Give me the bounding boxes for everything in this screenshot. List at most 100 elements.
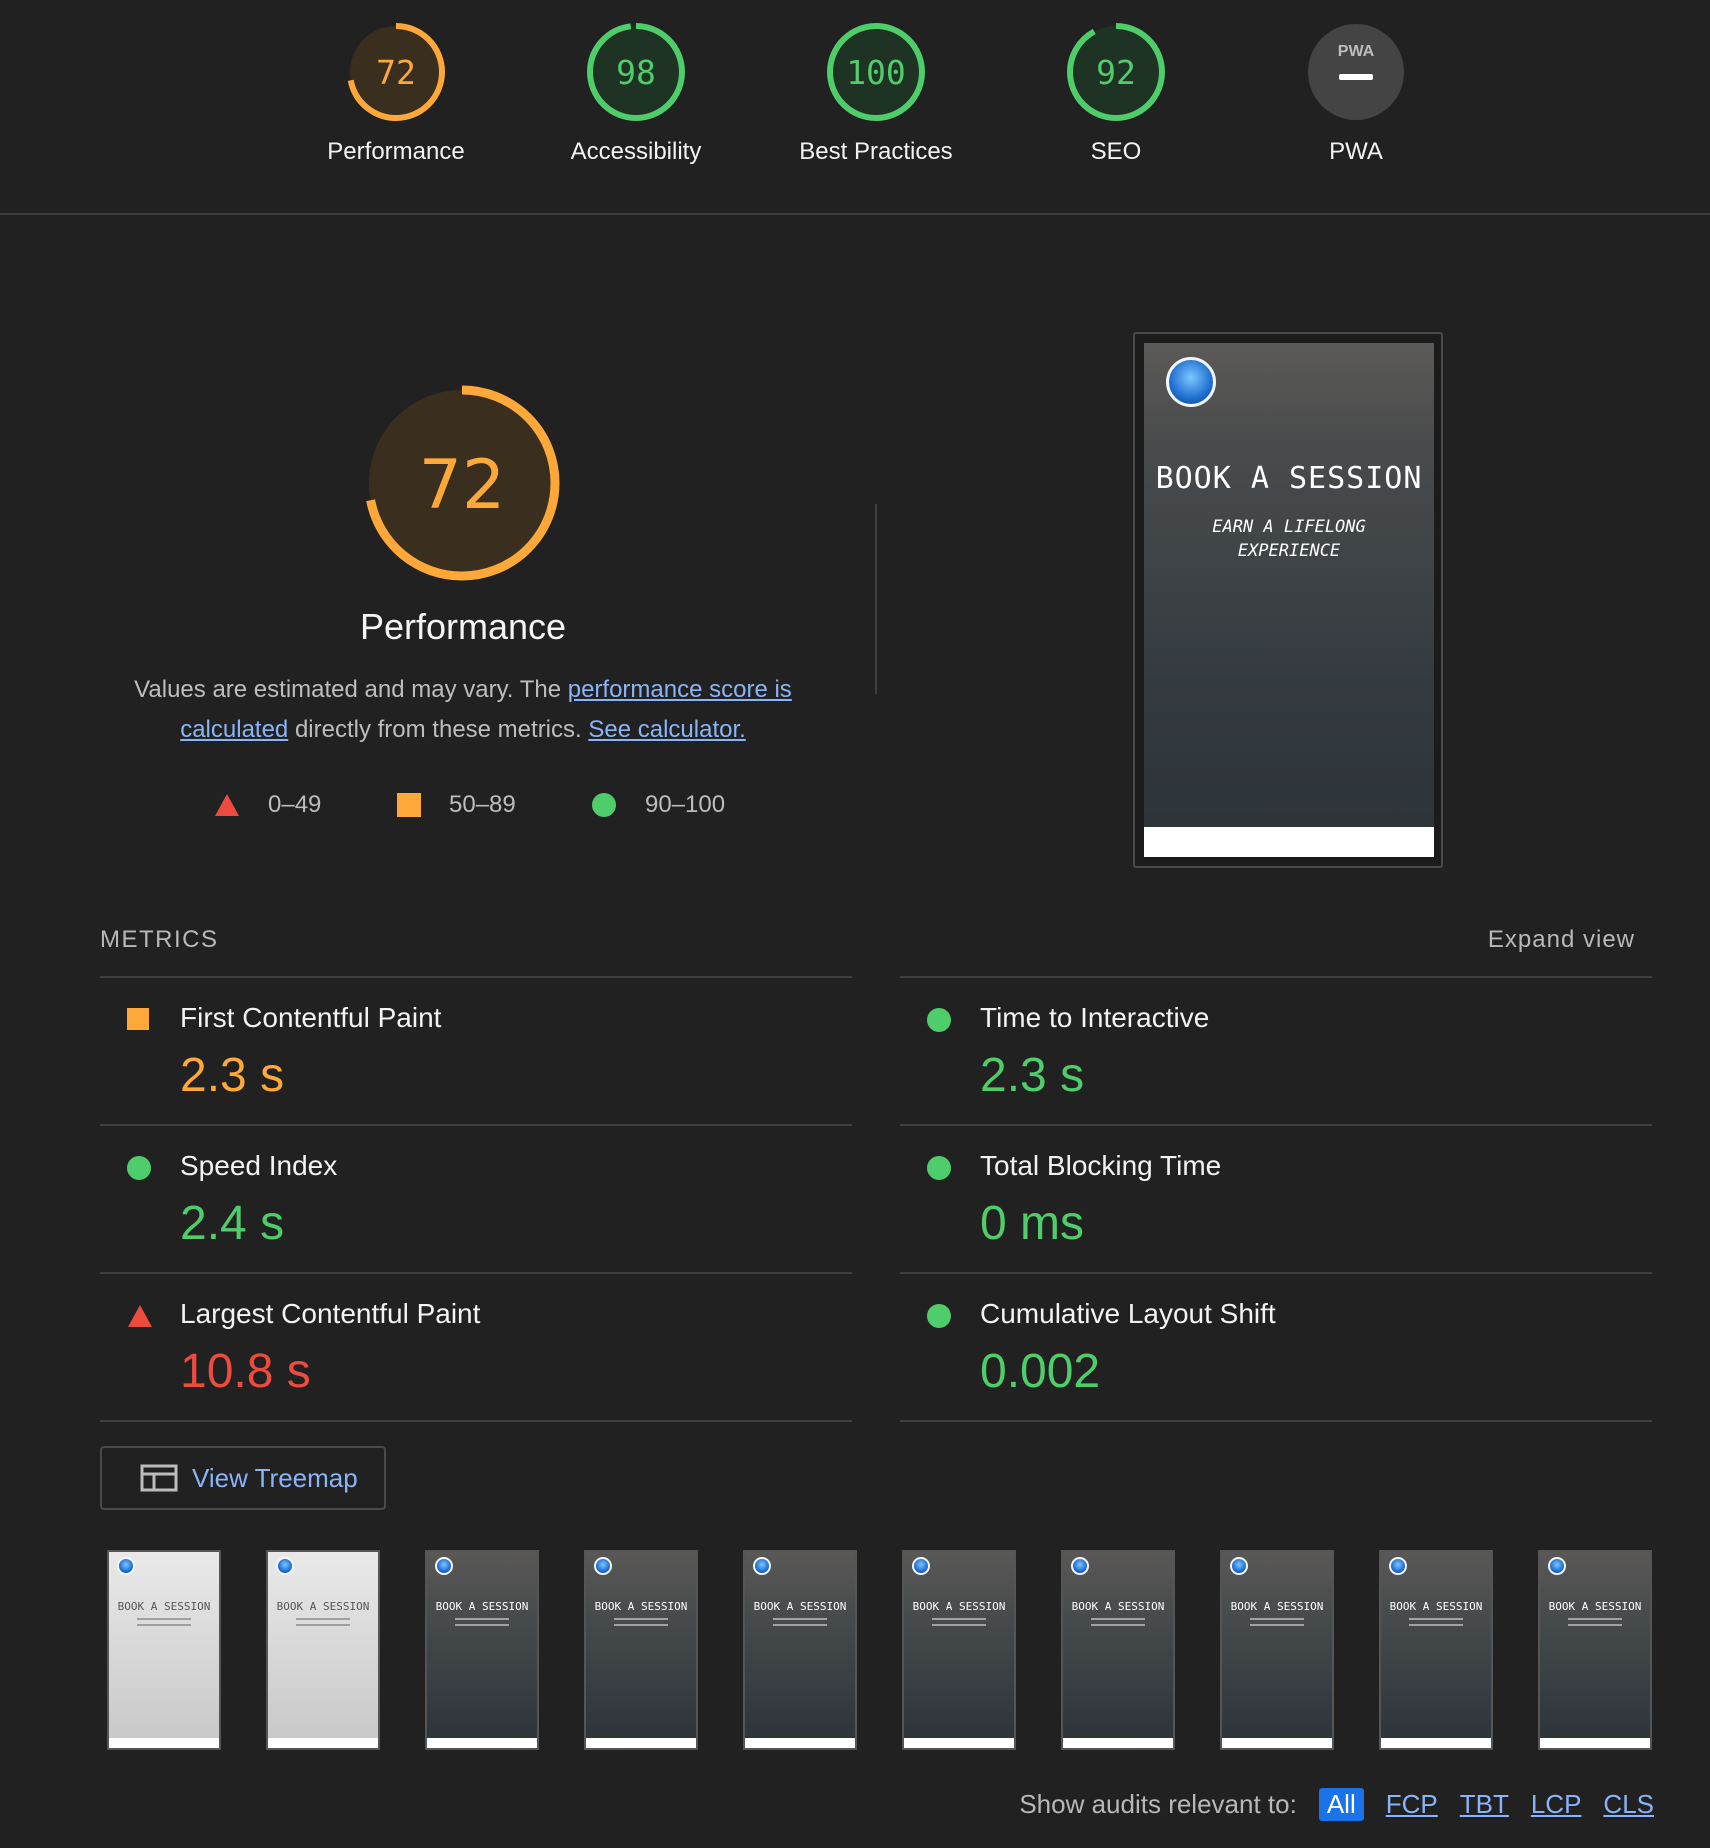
square-icon bbox=[397, 793, 421, 817]
metrics-divider bbox=[100, 1420, 852, 1422]
square-icon bbox=[127, 1008, 149, 1030]
circle-icon bbox=[127, 1156, 151, 1180]
description-text: Values are estimated and may vary. The bbox=[134, 676, 568, 703]
filmstrip-frame: BOOK A SESSION bbox=[1061, 1550, 1175, 1750]
gauge-ring: 98 bbox=[587, 23, 685, 121]
site-logo-icon bbox=[594, 1557, 612, 1575]
audit-filter: Show audits relevant to: All FCP TBT LCP CLS bbox=[1019, 1786, 1654, 1822]
circle-icon bbox=[927, 1008, 951, 1032]
legend-fail: 0–49 bbox=[214, 790, 321, 820]
audit-filter-lcp[interactable]: LCP bbox=[1531, 1789, 1582, 1820]
circle-icon bbox=[927, 1156, 951, 1180]
metrics-heading: METRICS bbox=[100, 926, 219, 953]
metric-cls: Cumulative Layout Shift 0.002 bbox=[900, 1272, 1652, 1420]
metric-title: First Contentful Paint bbox=[180, 1002, 442, 1033]
metric-value: 2.3 s bbox=[980, 1049, 1085, 1102]
metric-title: Cumulative Layout Shift bbox=[980, 1298, 1276, 1329]
description-text: directly from these metrics. bbox=[288, 716, 589, 743]
screenshot-title: BOOK A SESSION bbox=[1155, 461, 1423, 496]
frame-subtitle-lines bbox=[296, 1618, 350, 1632]
filmstrip-frame: BOOK A SESSION bbox=[425, 1550, 539, 1750]
filmstrip-frame: BOOK A SESSION bbox=[1379, 1550, 1493, 1750]
frame-title: BOOK A SESSION bbox=[1230, 1600, 1324, 1613]
site-logo-icon bbox=[1389, 1557, 1407, 1575]
frame-title: BOOK A SESSION bbox=[435, 1600, 529, 1613]
gauge-score: 92 bbox=[1096, 53, 1136, 92]
metric-title: Time to Interactive bbox=[980, 1002, 1210, 1033]
metric-value: 2.3 s bbox=[180, 1049, 285, 1102]
site-logo-icon bbox=[1166, 357, 1216, 407]
gauge-score: 98 bbox=[616, 53, 656, 92]
frame-subtitle-lines bbox=[932, 1618, 986, 1632]
audit-filter-tbt[interactable]: TBT bbox=[1460, 1789, 1509, 1820]
pwa-badge-text: PWA bbox=[1338, 43, 1375, 60]
site-logo-icon bbox=[117, 1557, 135, 1575]
screenshot-page: BOOK A SESSION EARN A LIFELONG EXPERIENC… bbox=[1144, 343, 1434, 857]
pwa-dash bbox=[1339, 74, 1373, 80]
triangle-icon bbox=[215, 794, 239, 816]
metric-title: Speed Index bbox=[180, 1150, 338, 1181]
site-logo-icon bbox=[276, 1557, 294, 1575]
circle-icon bbox=[927, 1304, 951, 1328]
filmstrip-frame: BOOK A SESSION bbox=[743, 1550, 857, 1750]
frame-title: BOOK A SESSION bbox=[753, 1600, 847, 1613]
frame-background bbox=[745, 1552, 855, 1738]
audit-filter-cls[interactable]: CLS bbox=[1603, 1789, 1654, 1820]
site-logo-icon bbox=[1071, 1557, 1089, 1575]
frame-subtitle-lines bbox=[1568, 1618, 1622, 1632]
audit-filter-all[interactable]: All bbox=[1318, 1787, 1364, 1821]
frame-subtitle-lines bbox=[773, 1618, 827, 1632]
metric-speed-index: Speed Index 2.4 s bbox=[100, 1124, 852, 1272]
audit-filter-fcp[interactable]: FCP bbox=[1386, 1789, 1438, 1820]
gauge-pwa[interactable]: PWA PWA bbox=[1236, 22, 1476, 166]
metrics-divider bbox=[900, 1420, 1652, 1422]
frame-background bbox=[427, 1552, 537, 1738]
frame-title: BOOK A SESSION bbox=[594, 1600, 688, 1613]
metric-tti: Time to Interactive 2.3 s bbox=[900, 976, 1652, 1124]
frame-title: BOOK A SESSION bbox=[912, 1600, 1006, 1613]
view-treemap-button[interactable]: View Treemap bbox=[100, 1446, 386, 1510]
performance-description: Values are estimated and may vary. The p… bbox=[110, 670, 816, 750]
expand-view-toggle[interactable]: Expand view bbox=[1488, 926, 1635, 954]
scores-header: 72 Performance 98 Accessibility 100 Best… bbox=[0, 0, 1710, 215]
frame-background bbox=[1063, 1552, 1173, 1738]
screenshot-subtitle: EARN A LIFELONG EXPERIENCE bbox=[1212, 517, 1366, 561]
metrics-column-right: Time to Interactive 2.3 s Total Blocking… bbox=[900, 976, 1652, 1422]
performance-score: 72 bbox=[419, 446, 506, 525]
filmstrip-frame: BOOK A SESSION bbox=[1220, 1550, 1334, 1750]
gauge-label: Best Practices bbox=[799, 138, 953, 165]
performance-gauge: 72 bbox=[364, 385, 560, 581]
filmstrip: BOOK A SESSION BOOK A SESSION BOOK A SESSI… bbox=[0, 1550, 1710, 1752]
site-logo-icon bbox=[1230, 1557, 1248, 1575]
metric-title: Largest Contentful Paint bbox=[180, 1298, 481, 1329]
frame-title: BOOK A SESSION bbox=[1071, 1600, 1165, 1613]
gauge-ring: 100 bbox=[827, 23, 925, 121]
gauge-performance[interactable]: 72 Performance bbox=[276, 22, 516, 166]
filmstrip-frame: BOOK A SESSION bbox=[902, 1550, 1016, 1750]
frame-subtitle-lines bbox=[614, 1618, 668, 1632]
treemap-icon bbox=[140, 1464, 178, 1492]
gauge-score: 100 bbox=[846, 53, 906, 92]
final-screenshot[interactable]: BOOK A SESSION EARN A LIFELONG EXPERIENC… bbox=[1133, 332, 1443, 868]
gauge-best-practices[interactable]: 100 Best Practices bbox=[756, 22, 996, 166]
legend-range: 90–100 bbox=[645, 791, 726, 818]
triangle-icon bbox=[128, 1305, 152, 1327]
gauge-score: 72 bbox=[376, 53, 416, 92]
frame-subtitle-lines bbox=[137, 1618, 191, 1632]
performance-title: Performance bbox=[359, 606, 567, 647]
frame-subtitle-lines bbox=[1409, 1618, 1463, 1632]
gauge-seo[interactable]: 92 SEO bbox=[996, 22, 1236, 166]
frame-background bbox=[109, 1552, 219, 1738]
metrics-column-left: First Contentful Paint 2.3 s Speed Index… bbox=[100, 976, 852, 1422]
legend-range: 0–49 bbox=[268, 791, 322, 818]
frame-background bbox=[1540, 1552, 1650, 1738]
audit-filter-label: Show audits relevant to: bbox=[1019, 1788, 1297, 1819]
gauge-ring: 92 bbox=[1067, 23, 1165, 121]
legend-range: 50–89 bbox=[449, 791, 516, 818]
gauge-accessibility[interactable]: 98 Accessibility bbox=[516, 22, 756, 166]
metric-value: 10.8 s bbox=[180, 1345, 311, 1398]
circle-icon bbox=[592, 793, 616, 817]
metric-lcp: Largest Contentful Paint 10.8 s bbox=[100, 1272, 852, 1420]
see-calculator-link[interactable]: See calculator. bbox=[588, 716, 745, 743]
metric-fcp: First Contentful Paint 2.3 s bbox=[100, 976, 852, 1124]
